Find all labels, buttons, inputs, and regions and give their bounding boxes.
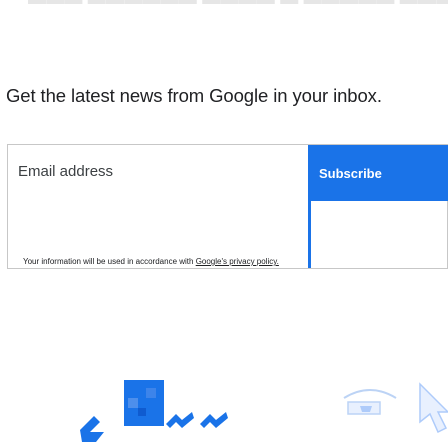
faded-top-text: ▬▬▬ ▬▬▬▬▬▬ ▬▬▬▬ ▬ ▬▬▬▬▬ ▬▬▬▬▬▬ ▬▬▬▬▬	[0, 0, 448, 12]
button-accent-strip	[308, 201, 311, 268]
newsletter-signup-form: Subscribe Your information will be used …	[7, 144, 448, 269]
blue-square-icon	[124, 380, 164, 426]
privacy-policy-link[interactable]: Google's privacy policy.	[196, 257, 279, 266]
subscribe-button[interactable]: Subscribe	[308, 145, 448, 201]
privacy-disclaimer: Your information will be used in accorda…	[23, 257, 279, 266]
page: ▬▬▬ ▬▬▬▬▬▬ ▬▬▬▬ ▬ ▬▬▬▬▬ ▬▬▬▬▬▬ ▬▬▬▬▬ Get…	[0, 0, 448, 448]
chat-bubble-icon	[343, 389, 397, 415]
decorative-icons-row	[0, 378, 448, 448]
disclaimer-text: Your information will be used in accorda…	[23, 257, 196, 266]
blue-squiggle-icon	[166, 412, 194, 428]
faded-text-fragment: ▬▬▬ ▬▬▬▬▬▬ ▬▬▬▬ ▬ ▬▬▬▬▬ ▬▬▬▬▬▬ ▬▬▬▬▬	[28, 0, 448, 9]
email-input[interactable]	[18, 153, 298, 189]
newsletter-headline: Get the latest news from Google in your …	[6, 85, 382, 106]
blue-shape-icon	[80, 416, 104, 442]
blue-squiggle-icon	[200, 412, 228, 428]
cursor-arrow-icon	[419, 382, 448, 434]
